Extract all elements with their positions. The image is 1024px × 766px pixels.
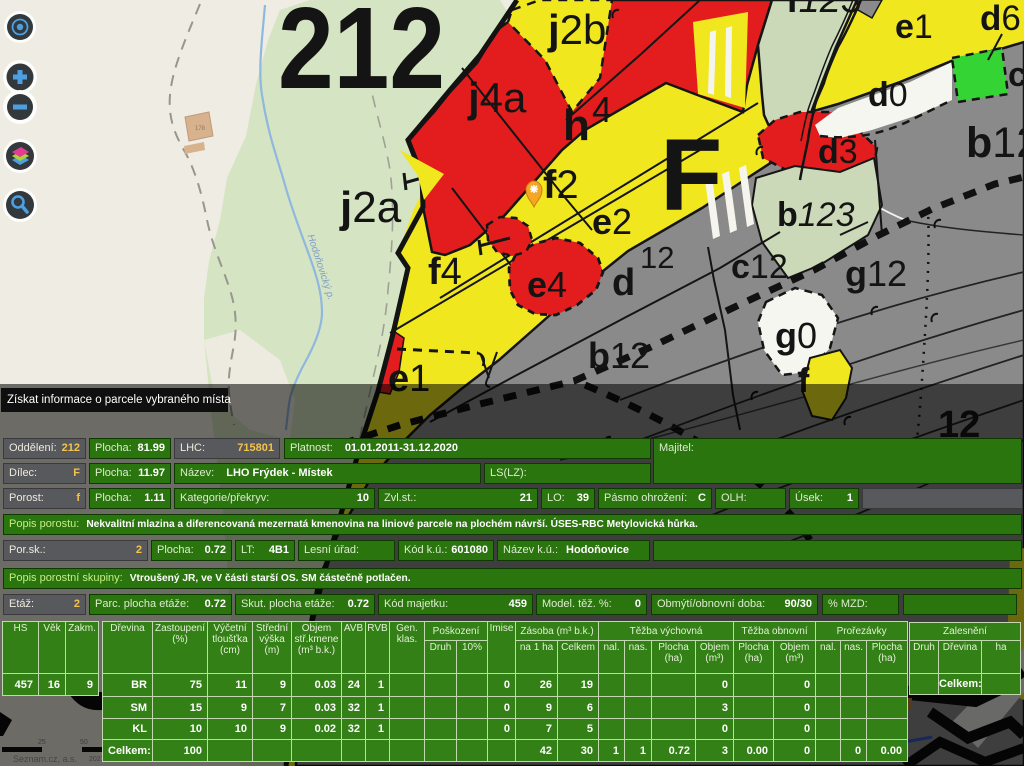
svg-text:4: 4 <box>592 89 612 130</box>
svg-text:b123: b123 <box>777 196 855 234</box>
svg-text:c12: c12 <box>731 248 788 286</box>
svg-text:g12: g12 <box>845 253 907 294</box>
svg-text:212: 212 <box>278 0 445 113</box>
svg-text:j2b: j2b <box>547 6 606 53</box>
svg-text:F: F <box>660 118 722 232</box>
svg-text:f123: f123 <box>786 0 862 21</box>
svg-text:b12: b12 <box>588 335 650 376</box>
svg-text:178: 178 <box>195 126 206 132</box>
svg-text:d3: d3 <box>818 133 858 171</box>
svg-text:h: h <box>563 101 590 150</box>
svg-text:b12: b12 <box>966 119 1024 167</box>
svg-text:f4: f4 <box>428 251 462 293</box>
svg-text:d6: d6 <box>980 0 1021 38</box>
svg-text:e4: e4 <box>527 264 567 305</box>
svg-text:e2: e2 <box>592 201 632 242</box>
svg-text:d0: d0 <box>868 76 908 114</box>
svg-text:j2a: j2a <box>339 183 402 232</box>
svg-text:c: c <box>1008 56 1024 94</box>
svg-text:12: 12 <box>640 240 674 275</box>
svg-text:d: d <box>612 262 635 304</box>
svg-text:j4a: j4a <box>467 74 527 121</box>
svg-text:f2: f2 <box>543 163 579 207</box>
svg-text:g0: g0 <box>775 315 817 356</box>
svg-text:e1: e1 <box>895 8 933 46</box>
